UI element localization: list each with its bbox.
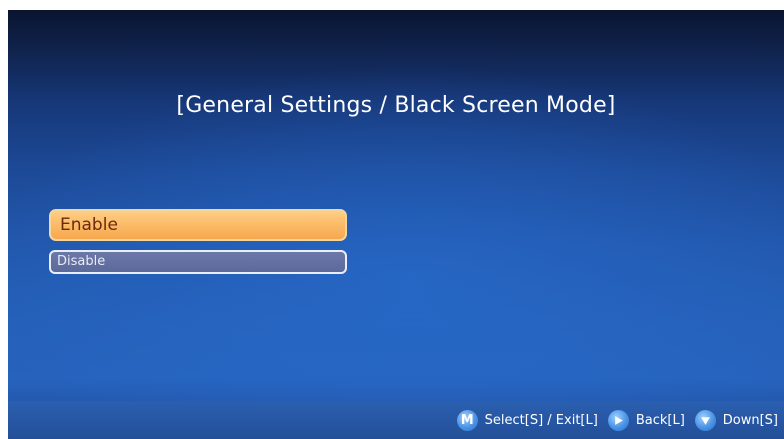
hint-down: Down[S] [694, 410, 778, 431]
hint-select-exit: M Select[S] / Exit[L] [456, 410, 598, 431]
m-button-icon: M [456, 410, 478, 431]
arrow-down-icon [694, 410, 716, 431]
button-hints: M Select[S] / Exit[L] Back[L] Down[S] [456, 410, 778, 431]
tv-screen: [General Settings / Black Screen Mode] E… [8, 10, 784, 439]
hint-back-label: Back[L] [635, 413, 685, 428]
menu-item-enable[interactable]: Enable [49, 209, 347, 241]
m-button-glyph: M [460, 413, 474, 428]
play-right-icon [607, 410, 629, 431]
hint-select-label: Select[S] / Exit[L] [484, 413, 598, 428]
page-title: [General Settings / Black Screen Mode] [176, 93, 616, 118]
menu-item-disable[interactable]: Disable [49, 250, 347, 274]
photo-frame: [General Settings / Black Screen Mode] E… [0, 0, 784, 439]
bottom-hint-bar: M Select[S] / Exit[L] Back[L] Down[S] [8, 401, 784, 439]
hint-down-label: Down[S] [722, 413, 778, 428]
hint-back: Back[L] [607, 410, 685, 431]
